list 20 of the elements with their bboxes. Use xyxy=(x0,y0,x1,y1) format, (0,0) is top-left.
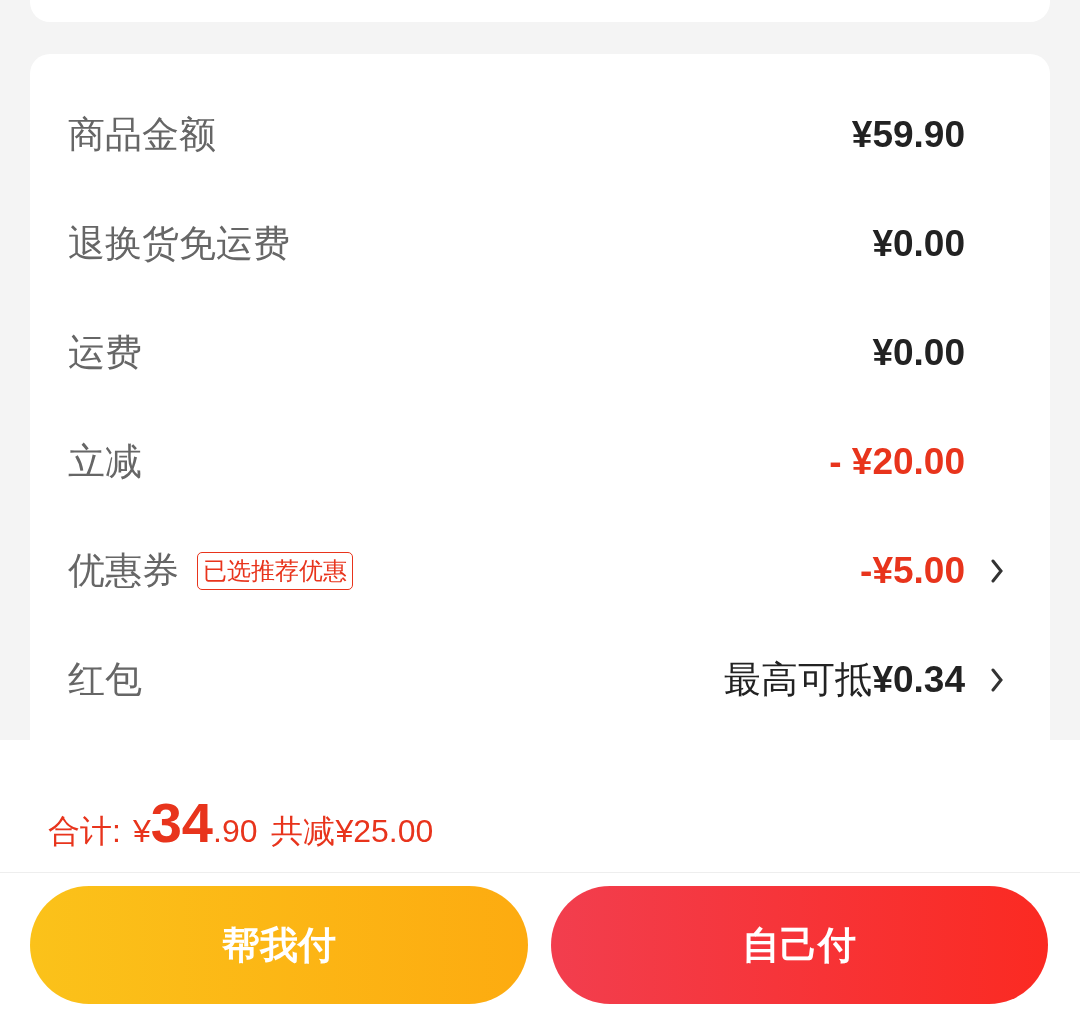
total-decimal: .90 xyxy=(213,813,258,850)
row-label: 红包 xyxy=(68,657,142,702)
row-value: ¥0.34 xyxy=(872,658,965,701)
row-value: ¥0.00 xyxy=(872,331,965,374)
row-label: 优惠券 xyxy=(68,548,179,593)
value-prefix: 最高可抵 xyxy=(724,657,873,702)
row-label: 商品金额 xyxy=(68,112,216,157)
total-integer: 34 xyxy=(150,790,213,855)
row-value: - ¥20.00 xyxy=(829,440,965,483)
row-label: 立减 xyxy=(68,439,142,484)
coupon-tag: 已选推荐优惠 xyxy=(197,551,353,590)
total-label: 合计: xyxy=(48,812,121,851)
savings-text: 共减¥25.00 xyxy=(271,812,434,851)
pay-button[interactable]: 自己付 xyxy=(550,886,1048,1004)
row-value: ¥0.00 xyxy=(872,222,965,265)
row-value: ¥59.90 xyxy=(851,113,965,156)
row-value: -¥5.00 xyxy=(860,549,965,592)
row-label: 运费 xyxy=(68,330,142,375)
currency-sign: ¥ xyxy=(132,813,151,850)
row-label: 退换货免运费 xyxy=(68,221,290,266)
